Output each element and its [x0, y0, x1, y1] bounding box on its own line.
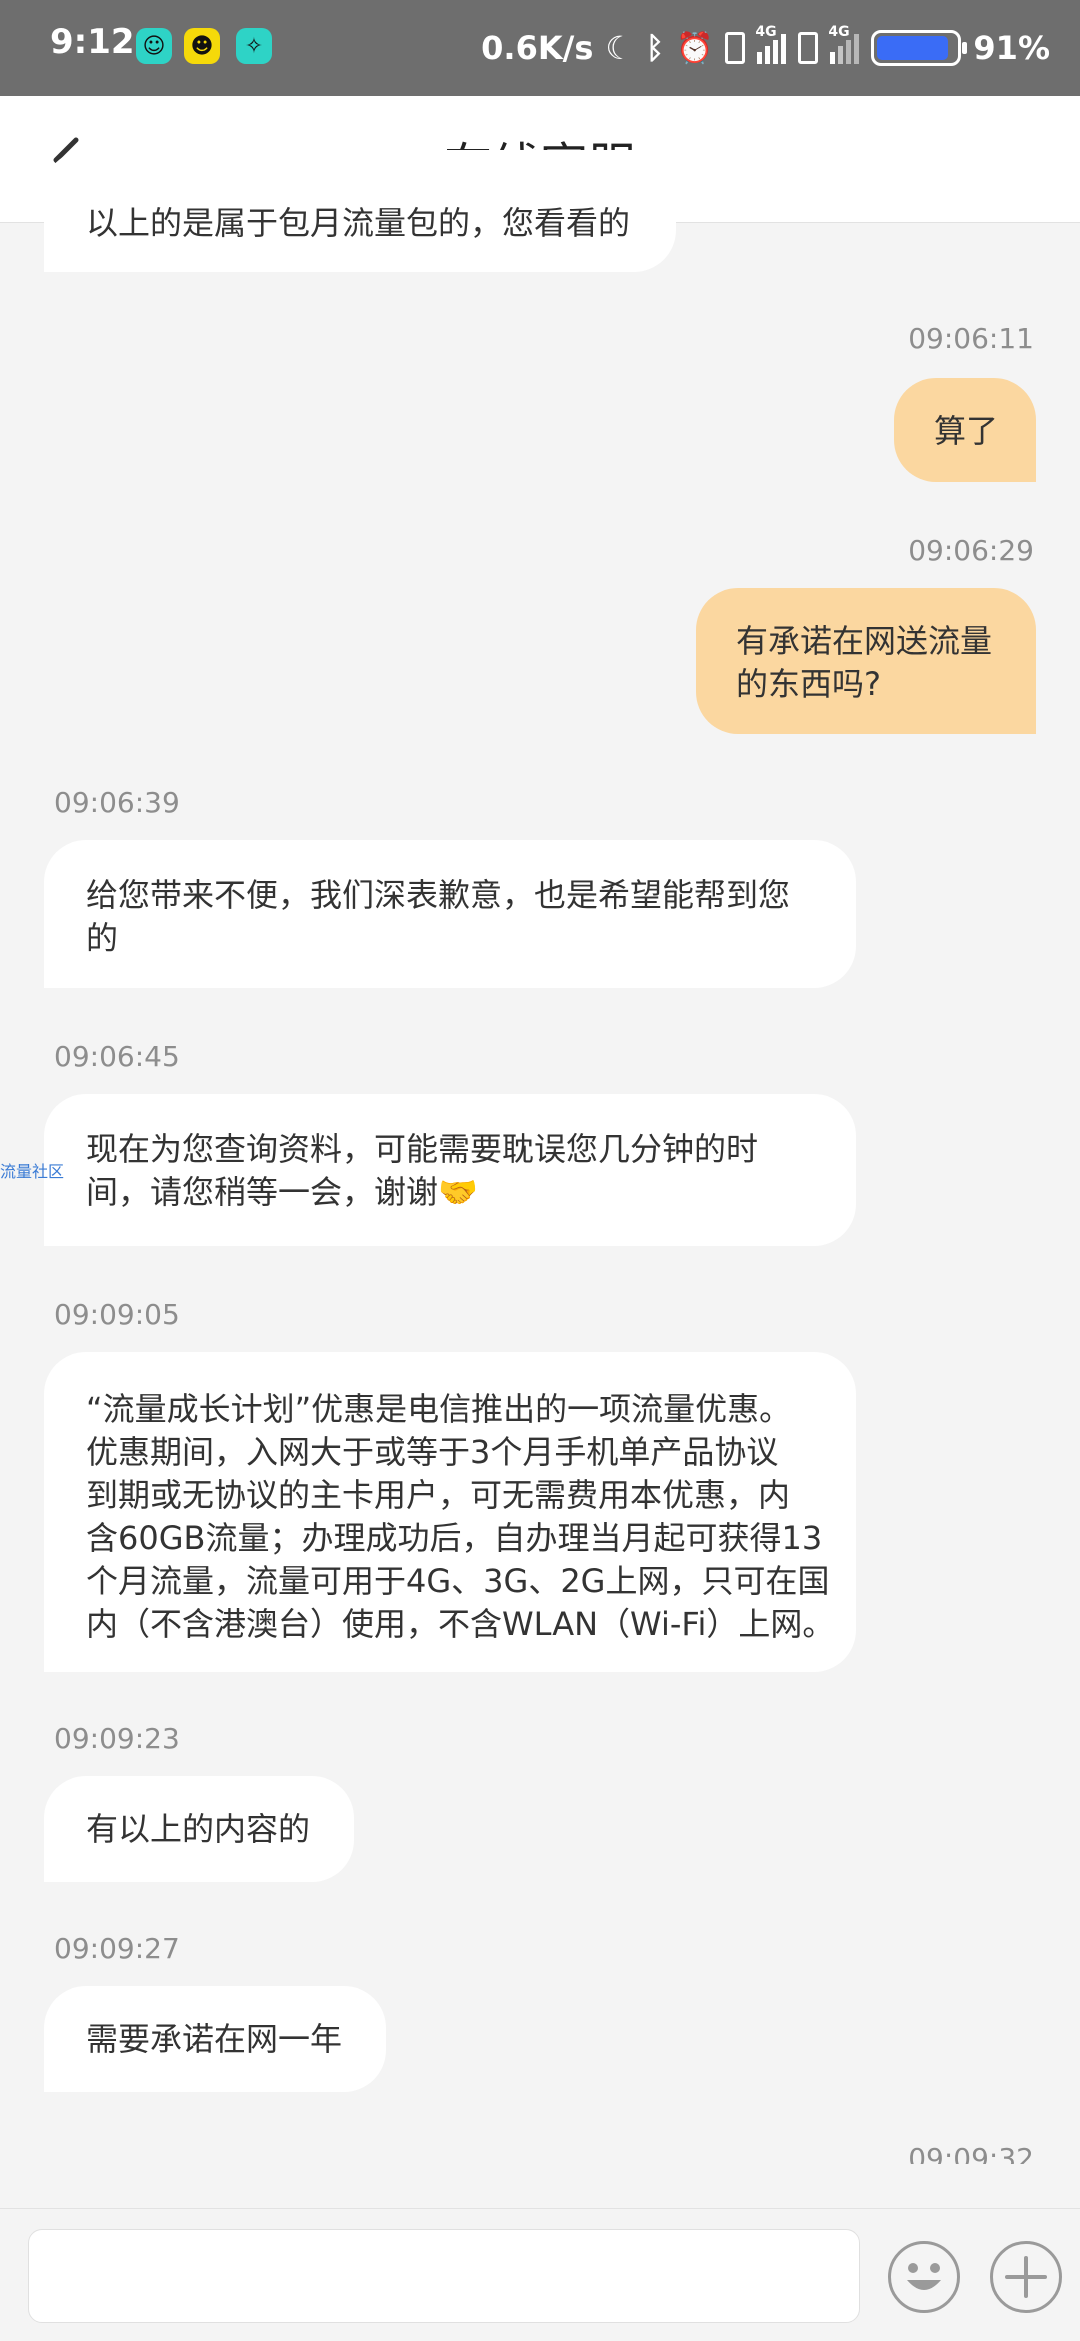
sim2-icon	[798, 32, 819, 64]
message-bubble-agent: 有以上的内容的	[44, 1776, 354, 1882]
battery-icon	[871, 30, 968, 66]
message-text: 需要承诺在网一年	[86, 2020, 343, 2058]
message-text: 的东西吗?	[736, 665, 881, 703]
message-text: 以上的是属于包月流量包的，您看看的	[86, 204, 631, 242]
message-timestamp: 09:06:45	[54, 1040, 180, 1073]
bluetooth-icon: ᛒ	[646, 30, 665, 66]
message-text: 优惠期间，入网大于或等于3个月手机单产品协议	[86, 1433, 779, 1471]
message-text: 给您带来不便，我们深表歉意，也是希望能帮到您	[86, 876, 791, 914]
message-text: 含60GB流量；办理成功后，自办理当月起可获得13	[86, 1519, 823, 1557]
add-button[interactable]	[990, 2241, 1062, 2313]
message-timestamp: 09:09:23	[54, 1722, 180, 1755]
network-type-1: 4G	[755, 24, 777, 40]
message-input[interactable]	[28, 2229, 860, 2323]
message-text: 个月流量，流量可用于4G、3G、2G上网，只可在国	[86, 1562, 830, 1600]
message-text: 有承诺在网送流量	[736, 622, 993, 660]
message-bubble-user: 有承诺在网送流量 的东西吗?	[696, 588, 1036, 734]
message-text: 到期或无协议的主卡用户，可无需费用本优惠，内	[86, 1476, 791, 1514]
message-text: 现在为您查询资料，可能需要耽误您几分钟的时	[86, 1130, 759, 1168]
smiley-face-icon	[907, 2263, 941, 2290]
community-side-link[interactable]: 流量社区	[0, 1158, 64, 1182]
signal2-icon: 4G	[828, 24, 860, 64]
message-bubble-user: 算了	[894, 378, 1036, 482]
signal1-icon: 4G	[755, 24, 787, 64]
chat-app-icon: ☺	[136, 28, 172, 64]
alarm-icon: ⏰	[676, 30, 714, 66]
input-bar	[0, 2208, 1080, 2341]
plus-icon	[1005, 2256, 1047, 2298]
message-bubble-agent: 现在为您查询资料，可能需要耽误您几分钟的时 间，请您稍等一会，谢谢🤝	[44, 1094, 856, 1246]
battery-percent: 91%	[973, 29, 1050, 67]
status-bar: 9:12 ☺ ☻ ✧ 0.6K/s ☾ ᛒ ⏰ 4G 4G 91%	[0, 0, 1080, 96]
emoji-button[interactable]	[888, 2241, 960, 2313]
sim1-icon	[725, 32, 746, 64]
fitness-app-icon: ✧	[236, 28, 272, 64]
battery-level	[877, 36, 949, 60]
message-timestamp: 09:09:27	[54, 1932, 180, 1965]
message-text: 的	[86, 919, 119, 957]
message-bubble-agent: 以上的是属于包月流量包的，您看看的	[44, 150, 676, 272]
message-timestamp: 09:09:05	[54, 1298, 180, 1331]
message-text: 间，请您稍等一会，谢谢🤝	[86, 1173, 478, 1211]
message-timestamp: 09:06:39	[54, 786, 180, 819]
message-timestamp: 09:06:29	[908, 534, 1034, 567]
message-text: 内（不含港澳台）使用，不含WLAN（Wi-Fi）上网。	[86, 1605, 835, 1643]
message-text: 有以上的内容的	[86, 1810, 311, 1848]
message-text: “流量成长计划”优惠是电信推出的一项流量优惠。	[86, 1390, 792, 1428]
status-time: 9:12	[50, 22, 135, 62]
moon-icon: ☾	[605, 29, 635, 67]
message-bubble-agent: 需要承诺在网一年	[44, 1986, 386, 2092]
message-timestamp: 09:09:32	[908, 2142, 1034, 2164]
network-type-2: 4G	[828, 24, 850, 40]
status-icons: 0.6K/s ☾ ᛒ ⏰ 4G 4G 91%	[481, 24, 1050, 72]
emoji-app-icon: ☻	[184, 28, 220, 64]
message-bubble-agent: 给您带来不便，我们深表歉意，也是希望能帮到您 的	[44, 840, 856, 988]
net-speed: 0.6K/s	[481, 29, 594, 67]
message-bubble-agent: “流量成长计划”优惠是电信推出的一项流量优惠。 优惠期间，入网大于或等于3个月手…	[44, 1352, 856, 1672]
message-text: 算了	[934, 412, 999, 450]
message-timestamp: 09:06:11	[908, 322, 1034, 355]
